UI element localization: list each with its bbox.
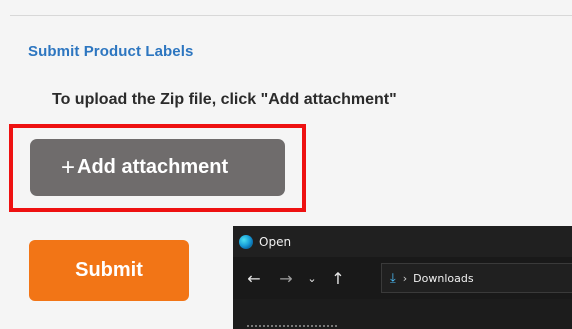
add-attachment-button[interactable]: + Add attachment — [30, 139, 285, 196]
cut-off-content — [247, 325, 337, 329]
dialog-navigation-bar: ← → ⌄ ↑ ⤓ › Downloads — [233, 257, 572, 299]
dialog-titlebar: Open — [233, 226, 572, 257]
submit-button[interactable]: Submit — [29, 240, 189, 301]
download-icon: ⤓ — [390, 270, 396, 286]
address-bar[interactable]: ⤓ › Downloads — [381, 263, 572, 293]
back-arrow-icon[interactable]: ← — [243, 269, 265, 288]
forward-arrow-icon[interactable]: → — [275, 269, 297, 288]
dialog-file-area[interactable] — [233, 299, 572, 329]
section-title: Submit Product Labels — [28, 43, 194, 60]
add-attachment-label: Add attachment — [77, 156, 229, 178]
submit-label: Submit — [75, 259, 143, 281]
dialog-title: Open — [259, 234, 292, 249]
open-file-dialog: Open ← → ⌄ ↑ ⤓ › Downloads — [233, 226, 572, 329]
up-arrow-icon[interactable]: ↑ — [327, 269, 349, 288]
top-divider — [10, 15, 572, 16]
edge-browser-icon — [239, 234, 253, 249]
plus-icon: + — [61, 153, 76, 181]
address-folder[interactable]: Downloads — [413, 272, 473, 285]
recent-locations-chevron-icon[interactable]: ⌄ — [301, 272, 323, 285]
upload-instructions: To upload the Zip file, click "Add attac… — [52, 91, 397, 108]
breadcrumb-separator-icon: › — [402, 271, 408, 285]
